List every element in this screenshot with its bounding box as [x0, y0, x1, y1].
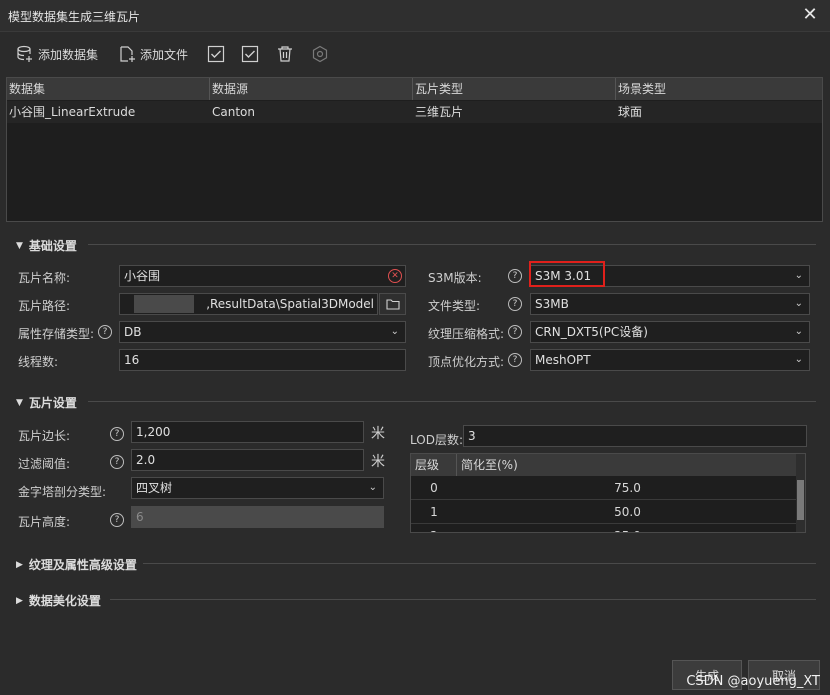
unit-meter: 米 — [371, 454, 385, 470]
vertex-opt-select[interactable]: MeshOPT ⌄ — [530, 349, 810, 371]
unit-meter: 米 — [371, 426, 385, 442]
select-all-button[interactable] — [207, 45, 225, 66]
cell-tile-type: 三维瓦片 — [415, 105, 464, 119]
table-row[interactable]: 1 50.0 — [411, 501, 798, 524]
chevron-down-icon: ⌄ — [390, 326, 399, 337]
table-row[interactable]: 0 75.0 — [411, 477, 798, 500]
help-icon[interactable]: ? — [508, 269, 522, 283]
column-header[interactable]: 层级 — [411, 454, 457, 476]
tile-name-input[interactable]: 小谷围 ✕ — [119, 265, 406, 287]
tile-height-input: 6 — [131, 506, 384, 528]
tile-path-label: 瓦片路径: — [18, 299, 71, 313]
help-icon[interactable]: ? — [508, 297, 522, 311]
tile-side-input[interactable]: 1,200 — [131, 421, 364, 443]
table-row[interactable]: 小谷围_LinearExtrude Canton 三维瓦片 球面 — [7, 101, 822, 123]
expand-right-icon: ▶ — [16, 595, 23, 606]
file-type-select[interactable]: S3MB ⌄ — [530, 293, 810, 315]
settings-button[interactable] — [311, 45, 329, 66]
add-file-button[interactable]: 添加文件 — [118, 45, 188, 63]
browse-folder-button[interactable] — [379, 293, 406, 315]
divider — [88, 244, 816, 245]
chevron-down-icon: ⌄ — [794, 354, 803, 365]
threads-label: 线程数: — [18, 355, 59, 369]
filter-threshold-label: 过滤阈值: — [18, 457, 71, 471]
add-dataset-label: 添加数据集 — [38, 47, 99, 62]
file-type-label: 文件类型: — [428, 299, 481, 313]
pyramid-type-label: 金字塔剖分类型: — [18, 485, 107, 499]
divider — [110, 599, 816, 600]
chevron-down-icon: ⌄ — [794, 270, 803, 281]
help-icon[interactable]: ? — [508, 325, 522, 339]
add-dataset-button[interactable]: 添加数据集 — [16, 45, 98, 63]
threads-input[interactable]: 16 — [119, 349, 406, 371]
tile-side-label: 瓦片边长: — [18, 429, 71, 443]
expand-right-icon: ▶ — [16, 559, 23, 570]
table-header: 数据集 数据源 瓦片类型 场景类型 — [7, 78, 822, 100]
cell-scene-type: 球面 — [618, 105, 643, 119]
tile-name-label: 瓦片名称: — [18, 271, 71, 285]
texture-settings-header[interactable]: ▶ 纹理及属性高级设置 — [16, 556, 137, 573]
column-header[interactable]: 场景类型 — [616, 78, 822, 100]
database-add-icon — [16, 45, 34, 63]
table-row[interactable]: 2 25.0 — [411, 525, 798, 532]
column-header[interactable]: 简化至(%) — [457, 454, 798, 476]
attr-storage-label: 属性存储类型: — [18, 327, 95, 341]
highlight-box — [529, 261, 605, 287]
tile-settings-header[interactable]: ▼ 瓦片设置 — [16, 394, 77, 411]
divider — [88, 401, 816, 402]
texture-compress-select[interactable]: CRN_DXT5(PC设备) ⌄ — [530, 321, 810, 343]
s3m-version-label: S3M版本: — [428, 271, 482, 285]
collapse-down-icon: ▼ — [16, 240, 23, 251]
scrollbar-thumb[interactable] — [797, 480, 804, 520]
basic-settings-header[interactable]: ▼ 基础设置 — [16, 237, 77, 254]
chevron-down-icon: ⌄ — [794, 326, 803, 337]
cell-dataset: 小谷围_LinearExtrude — [9, 105, 136, 119]
vertex-opt-label: 顶点优化方式: — [428, 355, 505, 369]
scrollbar[interactable] — [796, 454, 805, 532]
divider — [143, 563, 816, 564]
column-header[interactable]: 数据源 — [210, 78, 413, 100]
invert-select-button[interactable] — [241, 45, 259, 66]
file-add-icon — [118, 45, 136, 63]
lod-grid-header: 层级 简化至(%) — [411, 454, 798, 476]
pyramid-type-select[interactable]: 四叉树 ⌄ — [131, 477, 384, 499]
help-icon[interactable]: ? — [98, 325, 112, 339]
beautify-settings-header[interactable]: ▶ 数据美化设置 — [16, 592, 101, 609]
folder-icon — [385, 299, 400, 310]
tile-path-input[interactable]: ,ResultData\Spatial3DModel — [119, 293, 378, 315]
help-icon[interactable]: ? — [110, 455, 124, 469]
lod-count-input[interactable]: 3 — [463, 425, 807, 447]
chevron-down-icon: ⌄ — [794, 298, 803, 309]
delete-button[interactable] — [276, 45, 294, 66]
window-title: 模型数据集生成三维瓦片 — [8, 10, 141, 24]
clear-error-icon[interactable]: ✕ — [388, 269, 402, 283]
collapse-down-icon: ▼ — [16, 397, 23, 408]
lod-grid: 层级 简化至(%) 0 75.0 1 50.0 2 25.0 — [410, 453, 806, 533]
column-header[interactable]: 瓦片类型 — [413, 78, 616, 100]
help-icon[interactable]: ? — [110, 513, 124, 527]
filter-threshold-input[interactable]: 2.0 — [131, 449, 364, 471]
chevron-down-icon: ⌄ — [368, 482, 377, 493]
close-button[interactable]: ✕ — [800, 5, 820, 25]
tile-height-label: 瓦片高度: — [18, 515, 71, 529]
watermark: CSDN @aoyueng_XT — [686, 674, 820, 689]
dataset-table: 数据集 数据源 瓦片类型 场景类型 小谷围_LinearExtrude Cant… — [6, 77, 823, 222]
checkbox-checked-icon — [207, 45, 225, 63]
settings-hexagon-icon — [312, 45, 328, 63]
redacted-path — [134, 295, 194, 313]
help-icon[interactable]: ? — [508, 353, 522, 367]
trash-icon — [278, 46, 292, 62]
checkbox-invert-icon — [241, 45, 259, 63]
cell-datasource: Canton — [212, 105, 255, 119]
texture-compress-label: 纹理压缩格式: — [428, 327, 505, 341]
column-header[interactable]: 数据集 — [7, 78, 210, 100]
add-file-label: 添加文件 — [140, 47, 189, 62]
attr-storage-select[interactable]: DB ⌄ — [119, 321, 406, 343]
help-icon[interactable]: ? — [110, 427, 124, 441]
lod-count-label: LOD层数: — [410, 433, 463, 447]
